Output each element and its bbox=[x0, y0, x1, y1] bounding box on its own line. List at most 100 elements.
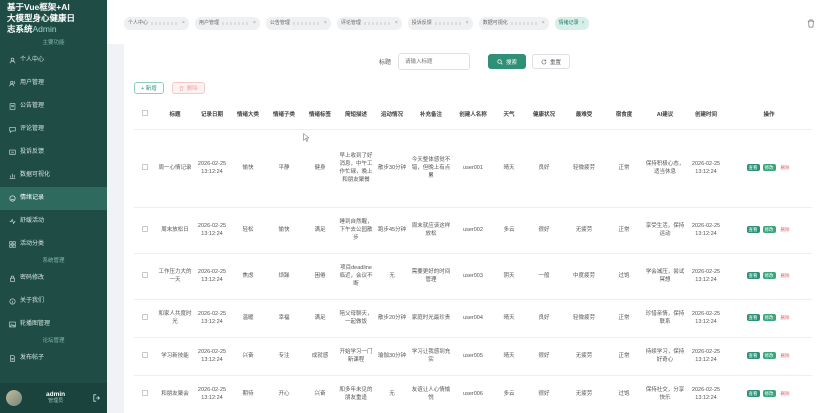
tab-0[interactable]: 个人中心 × bbox=[124, 17, 189, 30]
row-checkbox[interactable] bbox=[142, 389, 148, 396]
trash-icon[interactable] bbox=[807, 19, 815, 28]
sidebar-item-activity[interactable]: 舒缓活动 bbox=[0, 210, 107, 233]
table-cell: 轻松 bbox=[230, 207, 266, 254]
tab-spacer bbox=[363, 22, 392, 25]
column-header: 创建时间 bbox=[686, 101, 726, 130]
sidebar-item-comment[interactable]: 评论管理 bbox=[0, 118, 107, 141]
brand-line-1: 基于Vue框架+AI bbox=[7, 2, 70, 12]
sidebar-item-user[interactable]: 个人中心 bbox=[0, 49, 107, 72]
delete-button[interactable]: 删除 bbox=[779, 272, 792, 279]
tab-1[interactable]: 用户管理 × bbox=[194, 17, 260, 30]
tab-6[interactable]: 情绪记录 × bbox=[554, 17, 589, 30]
table-cell: user002 bbox=[452, 207, 494, 254]
table-cell: 2026-02-25 13:12:24 bbox=[686, 207, 726, 254]
search-button[interactable]: 搜索 bbox=[488, 54, 527, 69]
delete-button[interactable]: 删除 bbox=[779, 164, 792, 171]
sidebar-item-feedback[interactable]: 投诉反馈 bbox=[0, 141, 107, 164]
table-cell: 专注 bbox=[266, 337, 302, 376]
logout-icon[interactable] bbox=[93, 394, 101, 402]
view-button[interactable]: 查看 bbox=[746, 272, 760, 279]
brand-line-2: 大模型身心健康日 bbox=[7, 13, 76, 23]
column-header: 补充备注 bbox=[410, 101, 452, 130]
activity-icon bbox=[9, 218, 16, 225]
view-button[interactable]: 查看 bbox=[746, 390, 760, 397]
table-cell: user005 bbox=[452, 337, 494, 376]
table-cell: 成就感 bbox=[302, 337, 338, 376]
nav-group-main: 主要功能 bbox=[42, 40, 65, 46]
table-cell: 工作压力大的一天 bbox=[156, 253, 194, 300]
sidebar-item-label: 公告管理 bbox=[20, 103, 45, 109]
close-icon[interactable]: × bbox=[466, 17, 469, 30]
edit-button[interactable]: 修改 bbox=[762, 272, 776, 279]
delete-button[interactable]: 删除 bbox=[779, 390, 792, 397]
tab-3[interactable]: 评论管理 × bbox=[336, 17, 402, 30]
table-cell: 2026-02-25 13:12:24 bbox=[686, 337, 726, 376]
sidebar-item-users[interactable]: 用户管理 bbox=[0, 72, 107, 95]
close-icon[interactable]: × bbox=[542, 17, 545, 30]
table-cell: 2026-02-25 13:12:24 bbox=[194, 375, 230, 413]
tab-spacer bbox=[434, 22, 463, 25]
add-button[interactable]: + 新增 bbox=[134, 82, 164, 94]
row-actions: 查看 修改 删除 bbox=[726, 253, 812, 300]
table-cell: 瑜伽30分钟 bbox=[374, 337, 410, 376]
edit-button[interactable]: 修改 bbox=[762, 314, 776, 321]
close-icon[interactable]: × bbox=[182, 17, 185, 30]
view-button[interactable]: 查看 bbox=[746, 226, 760, 233]
view-button[interactable]: 查看 bbox=[746, 164, 760, 171]
table-cell: 学习新技能 bbox=[156, 337, 194, 376]
table-cell: 2026-02-25 13:12:24 bbox=[194, 129, 230, 208]
table-cell: 多云 bbox=[494, 207, 524, 254]
batch-delete-button[interactable]: 删除 bbox=[171, 82, 205, 94]
close-icon[interactable]: × bbox=[582, 17, 585, 30]
sidebar-item-notice[interactable]: 公告管理 bbox=[0, 95, 107, 118]
row-checkbox[interactable] bbox=[142, 163, 148, 170]
avatar[interactable] bbox=[6, 390, 22, 406]
sidebar-item-post[interactable]: 发布帖子 bbox=[0, 347, 107, 370]
row-checkbox[interactable] bbox=[142, 225, 148, 232]
table-cell: 陪父母聊天，一起做饭 bbox=[338, 299, 374, 338]
sidebar-item-label: 数据可视化 bbox=[20, 172, 51, 178]
sidebar-item-lock[interactable]: 密码修改 bbox=[0, 267, 107, 290]
edit-button[interactable]: 修改 bbox=[762, 226, 776, 233]
table-cell: 2026-02-25 13:12:24 bbox=[686, 299, 726, 338]
select-all-checkbox[interactable] bbox=[142, 110, 148, 117]
sidebar-item-emotion[interactable]: 情绪记录 bbox=[0, 187, 107, 210]
select-all-cell bbox=[134, 101, 156, 130]
column-header: 操作 bbox=[726, 101, 812, 130]
delete-button[interactable]: 删除 bbox=[779, 314, 792, 321]
table-cell: 多云 bbox=[494, 375, 524, 413]
close-icon[interactable]: × bbox=[324, 17, 327, 30]
edit-button[interactable]: 修改 bbox=[762, 164, 776, 171]
table-cell: 焦虑 bbox=[230, 253, 266, 300]
user-info: admin 管理员 bbox=[46, 391, 65, 405]
tab-4[interactable]: 投诉反馈 × bbox=[407, 17, 473, 30]
sidebar-item-image[interactable]: 轮播图管理 bbox=[0, 313, 107, 336]
sidebar-item-chart[interactable]: 数据可视化 bbox=[0, 164, 107, 187]
sidebar-item-category[interactable]: 活动分类 bbox=[0, 233, 107, 256]
row-actions: 查看 修改 删除 bbox=[726, 207, 812, 254]
row-checkbox[interactable] bbox=[142, 271, 148, 278]
table-cell: 学习让我感到充实 bbox=[410, 337, 452, 376]
view-button[interactable]: 查看 bbox=[746, 352, 760, 359]
tab-5[interactable]: 数据可视化 × bbox=[478, 17, 549, 30]
table-cell: 和多年未见的朋友重逢 bbox=[338, 375, 374, 413]
feedback-icon bbox=[9, 149, 16, 156]
table-cell: 晴天 bbox=[494, 129, 524, 208]
delete-button[interactable]: 删除 bbox=[779, 226, 792, 233]
close-icon[interactable]: × bbox=[253, 17, 256, 30]
category-icon bbox=[9, 241, 16, 248]
reset-button[interactable]: 重置 bbox=[532, 54, 571, 69]
notice-icon bbox=[9, 103, 16, 110]
edit-button[interactable]: 修改 bbox=[762, 352, 776, 359]
row-checkbox[interactable] bbox=[142, 313, 148, 320]
close-icon[interactable]: × bbox=[395, 17, 398, 30]
table-cell: 家庭时光最珍贵 bbox=[410, 299, 452, 338]
row-checkbox[interactable] bbox=[142, 351, 148, 358]
delete-button[interactable]: 删除 bbox=[779, 352, 792, 359]
tab-2[interactable]: 公告管理 × bbox=[265, 17, 331, 30]
title-search-input[interactable] bbox=[398, 53, 471, 70]
view-button[interactable]: 查看 bbox=[746, 314, 760, 321]
table-cell: 阴天 bbox=[494, 253, 524, 300]
sidebar-item-info[interactable]: 关于我们 bbox=[0, 290, 107, 313]
edit-button[interactable]: 修改 bbox=[762, 390, 776, 397]
